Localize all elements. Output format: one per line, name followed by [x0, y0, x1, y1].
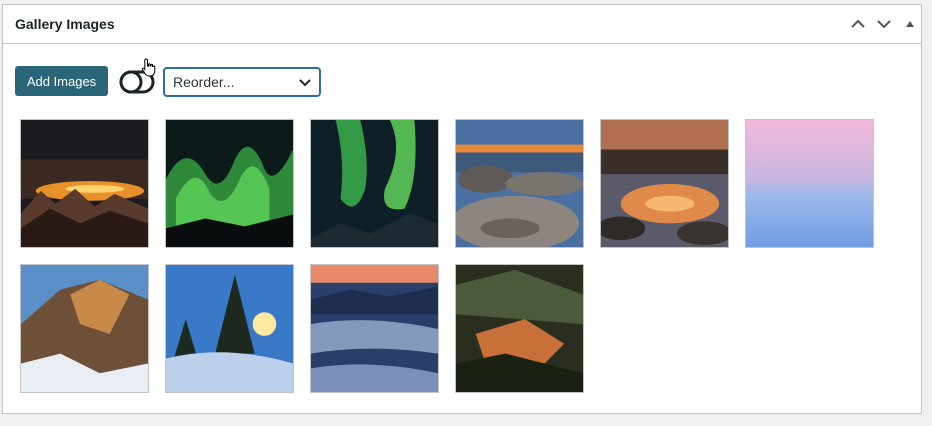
- gallery-image-2[interactable]: [165, 119, 294, 248]
- triangle-up-icon: [906, 21, 914, 27]
- gallery-image-4[interactable]: [455, 119, 584, 248]
- metabox-title: Gallery Images: [15, 16, 115, 32]
- move-down-button[interactable]: [874, 14, 894, 34]
- gallery-image-10[interactable]: [455, 264, 584, 393]
- gallery-image-7[interactable]: [20, 264, 149, 393]
- add-images-button[interactable]: Add Images: [15, 66, 108, 96]
- gallery-image-6[interactable]: [745, 119, 874, 248]
- gallery-image-3[interactable]: [310, 119, 439, 248]
- chevron-down-icon: [299, 79, 311, 87]
- reorder-select-value: Reorder...: [173, 74, 235, 90]
- gallery-image-1[interactable]: [20, 119, 149, 248]
- chevron-down-icon: [877, 20, 891, 29]
- gallery-image-8[interactable]: [165, 264, 294, 393]
- chevron-up-icon: [851, 19, 865, 28]
- gallery-image-9[interactable]: [310, 264, 439, 393]
- hand-cursor-icon: [141, 58, 156, 77]
- reorder-select[interactable]: Reorder...: [163, 67, 321, 97]
- gallery-image-5[interactable]: [600, 119, 729, 248]
- toggle-panel-button[interactable]: [900, 14, 920, 34]
- metabox-header: Gallery Images: [3, 5, 921, 44]
- move-up-button[interactable]: [848, 14, 868, 34]
